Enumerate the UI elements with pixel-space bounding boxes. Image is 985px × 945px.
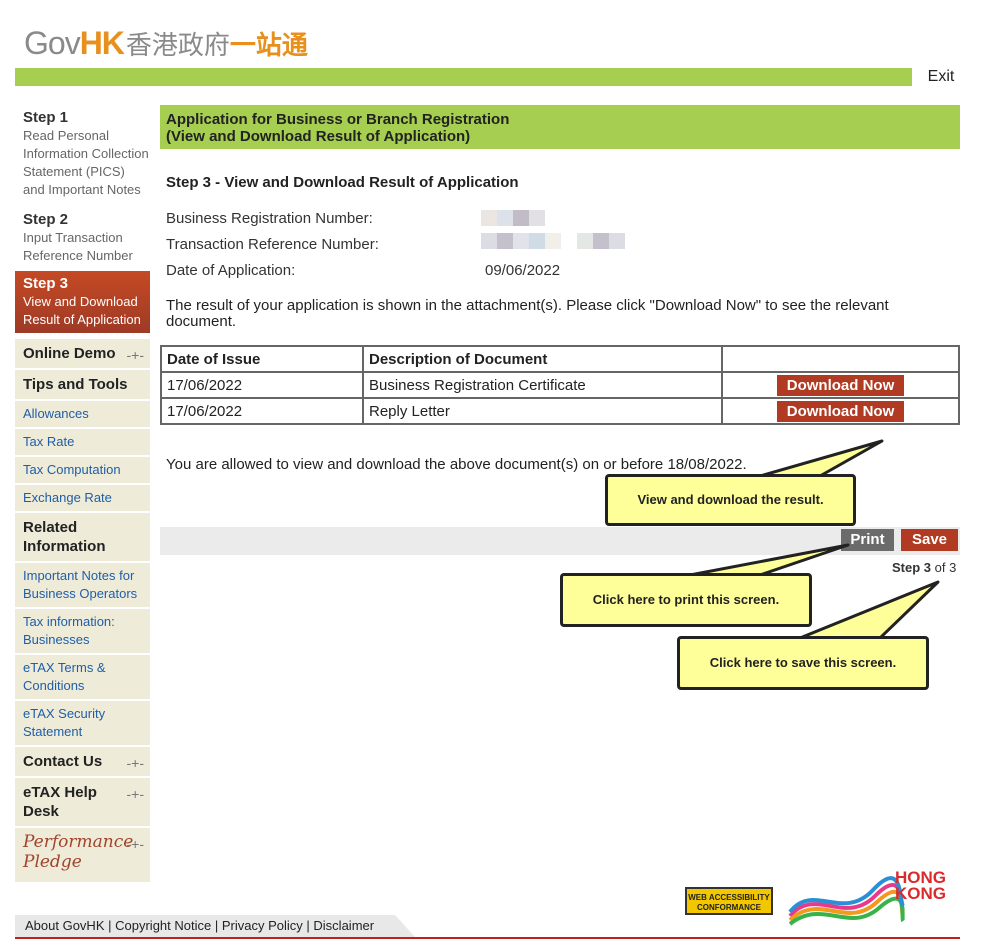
- brand-hong-kong-logo[interactable]: HONG KONG: [785, 868, 950, 928]
- wac-line-2: CONFORMANCE: [697, 903, 761, 912]
- footer-link-privacy[interactable]: Privacy Policy: [222, 918, 303, 933]
- footer-divider: [15, 937, 960, 939]
- callout-print: Click here to print this screen.: [560, 573, 812, 627]
- footer-links: About GovHK | Copyright Notice | Privacy…: [15, 915, 415, 937]
- footer-link-disclaimer[interactable]: Disclaimer: [313, 918, 374, 933]
- dragon-ribbon-icon: [788, 876, 905, 926]
- callout-view-download: View and download the result.: [605, 474, 856, 526]
- callout-pointers: [688, 439, 940, 640]
- footer-link-about[interactable]: About GovHK: [25, 918, 105, 933]
- footer-link-copyright[interactable]: Copyright Notice: [115, 918, 211, 933]
- footer-sep: |: [214, 918, 222, 933]
- brand-kong: KONG: [895, 884, 946, 903]
- callout-save: Click here to save this screen.: [677, 636, 929, 690]
- wac-line-1: WEB ACCESSIBILITY: [688, 893, 770, 902]
- web-accessibility-badge[interactable]: WEB ACCESSIBILITY CONFORMANCE: [685, 887, 773, 915]
